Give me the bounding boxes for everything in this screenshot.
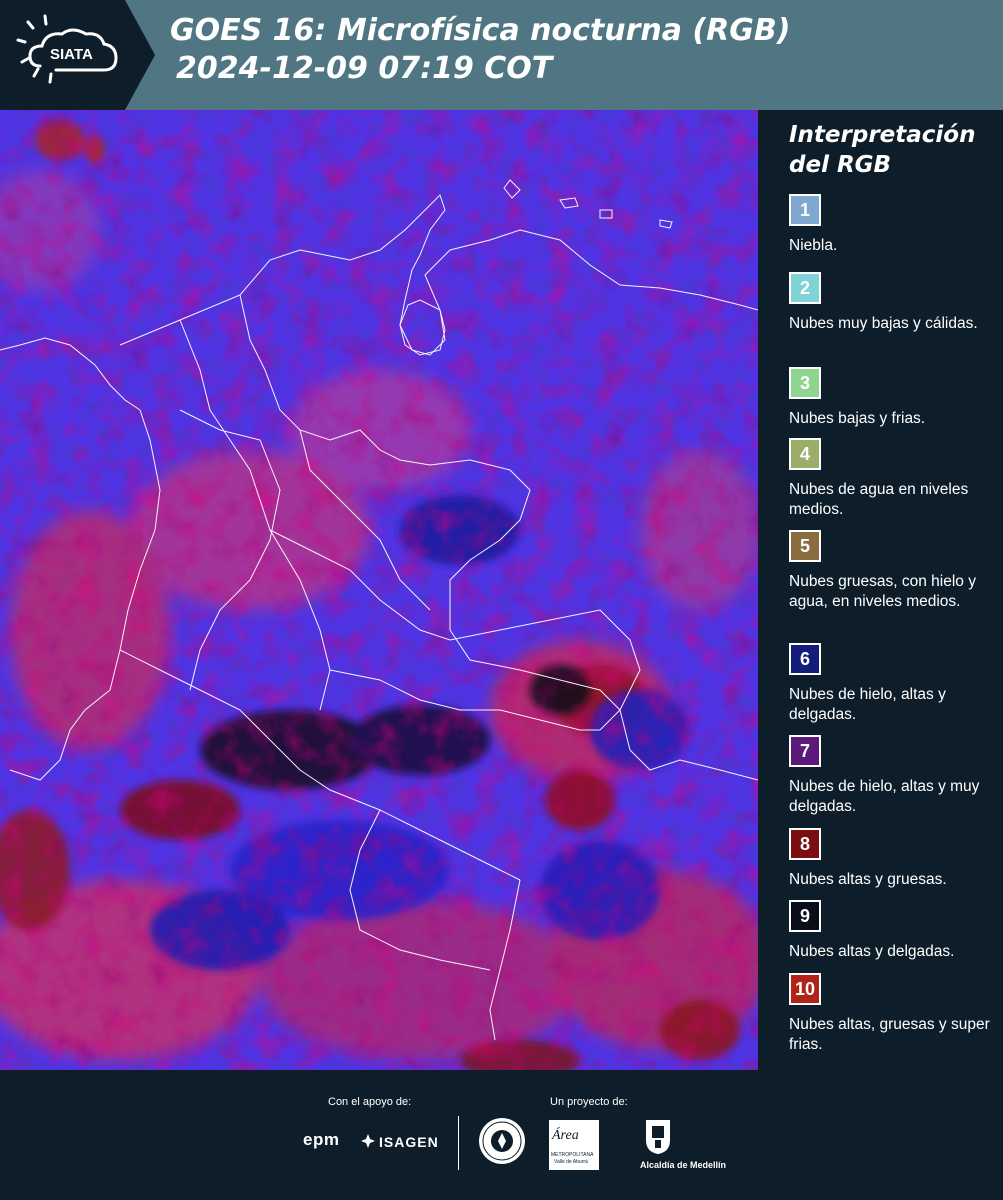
legend-swatch: 9	[789, 900, 821, 932]
university-seal-icon	[479, 1118, 525, 1164]
area-metropolitana-logo: Área METROPOLITANA Valle de Aburrá	[549, 1120, 599, 1170]
title-timestamp: 2024-12-09 07:19 COT	[176, 51, 553, 86]
area-logo-sub: METROPOLITANA	[551, 1152, 594, 1158]
legend-swatch: 2	[789, 272, 821, 304]
project-label: Un proyecto de:	[550, 1096, 628, 1108]
footer: Con el apoyo de: Un proyecto de: epm ISA…	[0, 1070, 1003, 1200]
satellite-map[interactable]	[0, 110, 758, 1070]
legend-swatch: 4	[789, 438, 821, 470]
legend-item-1: 1 Niebla.	[789, 194, 999, 256]
siata-logo: SIATA	[0, 0, 160, 110]
page-title: GOES 16: Microfísica nocturna (RGB) 2024…	[170, 12, 790, 88]
support-label: Con el apoyo de:	[328, 1096, 412, 1108]
footer-divider	[458, 1116, 459, 1170]
legend-swatch: 6	[789, 643, 821, 675]
legend-label: Nubes gruesas, con hielo y agua, en nive…	[789, 573, 976, 610]
alcaldia-shield-icon	[646, 1120, 670, 1154]
legend-label: Nubes muy bajas y cálidas.	[789, 315, 978, 332]
isagen-icon	[361, 1134, 375, 1148]
epm-logo: epm	[303, 1130, 340, 1149]
area-logo-sub2: Valle de Aburrá	[554, 1159, 588, 1165]
legend-label: Nubes bajas y frias.	[789, 410, 926, 427]
legend-swatch: 7	[789, 735, 821, 767]
legend-swatch: 5	[789, 530, 821, 562]
alcaldia-logo-text: Alcaldía de Medellín	[640, 1160, 727, 1170]
legend-label: Nubes de hielo, altas y muy delgadas.	[789, 778, 980, 815]
logo-text: SIATA	[50, 46, 93, 63]
legend-label: Nubes de agua en niveles medios.	[789, 481, 969, 518]
legend-title: Interpretación del RGB	[789, 122, 976, 178]
title-product: GOES 16: Microfísica nocturna (RGB)	[170, 13, 791, 48]
legend-item-3: 3 Nubes bajas y frias.	[789, 367, 999, 429]
legend-item-4: 4 Nubes de agua en niveles medios.	[789, 438, 999, 520]
legend-item-2: 2 Nubes muy bajas y cálidas.	[789, 272, 999, 334]
legend-label: Nubes altas y delgadas.	[789, 943, 955, 960]
header-bar: SIATA GOES 16: Microfísica nocturna (RGB…	[0, 0, 1003, 110]
legend-label: Nubes altas, gruesas y super frias.	[789, 1016, 990, 1053]
legend-item-7: 7 Nubes de hielo, altas y muy delgadas.	[789, 735, 999, 817]
area-logo-name: Área	[552, 1128, 579, 1143]
legend-swatch: 8	[789, 828, 821, 860]
legend-label: Nubes de hielo, altas y delgadas.	[789, 686, 946, 723]
legend-swatch: 3	[789, 367, 821, 399]
legend-item-6: 6 Nubes de hielo, altas y delgadas.	[789, 643, 999, 725]
legend-item-5: 5 Nubes gruesas, con hielo y agua, en ni…	[789, 530, 999, 612]
legend-item-8: 8 Nubes altas y gruesas.	[789, 828, 999, 890]
legend-item-10: 10 Nubes altas, gruesas y super frias.	[789, 973, 999, 1055]
satellite-image	[0, 110, 758, 1070]
legend-swatch: 10	[789, 973, 821, 1005]
legend-label: Nubes altas y gruesas.	[789, 871, 947, 888]
isagen-logo: ISAGEN	[379, 1134, 439, 1150]
legend-label: Niebla.	[789, 237, 838, 254]
legend-swatch: 1	[789, 194, 821, 226]
legend-item-9: 9 Nubes altas y delgadas.	[789, 900, 999, 962]
legend-panel: Interpretación del RGB 1 Niebla. 2 Nubes…	[758, 110, 1003, 1070]
